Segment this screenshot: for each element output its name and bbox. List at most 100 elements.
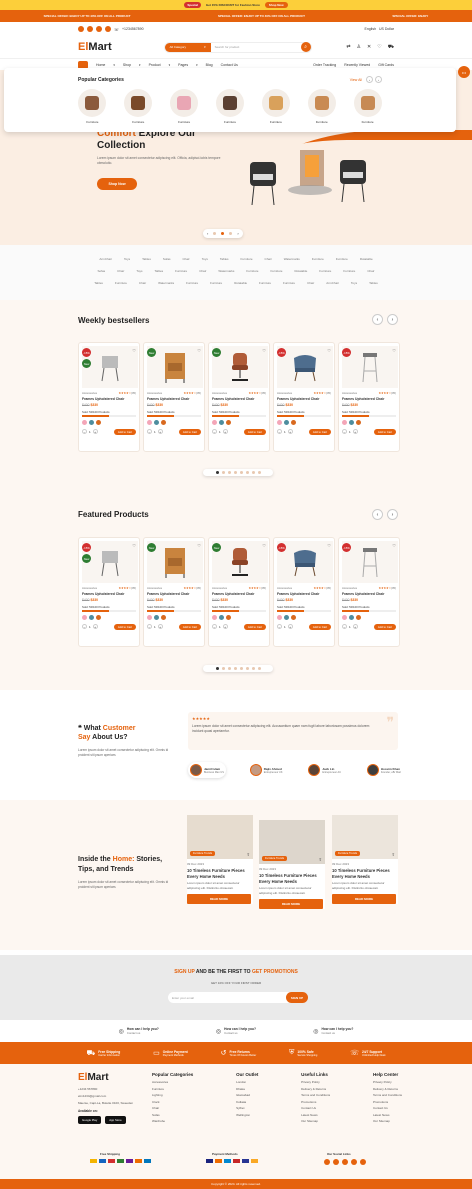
color-swatches[interactable]: [342, 419, 396, 425]
weekly-prev-icon[interactable]: ‹: [372, 314, 383, 325]
qty-value[interactable]: 1: [349, 430, 351, 434]
product-image[interactable]: -15% ♡: [342, 541, 398, 583]
view-all-link[interactable]: View All: [350, 78, 362, 82]
qty-value[interactable]: 1: [349, 625, 351, 629]
product-image[interactable]: New ♡: [212, 346, 268, 388]
qty-value[interactable]: 1: [284, 625, 286, 629]
hero-next-icon[interactable]: ›: [237, 231, 238, 236]
footer-link[interactable]: Wellington: [236, 1113, 258, 1117]
wishlist-icon[interactable]: ♡: [392, 348, 396, 353]
product-card[interactable]: -15% New ♡ Accessories ★★★★☆ (05) Frames Uphol…: [78, 342, 140, 452]
blog-card[interactable]: Furniture Trends ⇪ 09 Dec 2023 10 Timeless …: [259, 820, 325, 909]
add-to-cart-button[interactable]: Add to Cart: [113, 623, 136, 630]
blog-image[interactable]: Furniture Trends ⇪: [259, 820, 325, 864]
instagram-icon[interactable]: [96, 26, 102, 32]
qty-minus-button[interactable]: −: [342, 429, 347, 434]
qty-minus-button[interactable]: −: [277, 624, 282, 629]
wishlist-icon[interactable]: ♡: [262, 543, 266, 548]
share-icon[interactable]: ⇪: [319, 857, 322, 862]
weekly-pagination[interactable]: [203, 469, 273, 476]
qty-value[interactable]: 1: [154, 625, 156, 629]
wishlist-icon[interactable]: ♡: [392, 543, 396, 548]
gift-cards-link[interactable]: Gift Cards: [378, 63, 394, 67]
product-card[interactable]: New ♡ Accessories ★★★★☆ (05) Frames Upholster…: [208, 342, 270, 452]
qty-value[interactable]: 1: [219, 625, 221, 629]
qty-minus-button[interactable]: −: [342, 624, 347, 629]
currency-select[interactable]: US Dollar: [379, 27, 394, 31]
qty-plus-button[interactable]: +: [287, 624, 293, 629]
blog-post-title[interactable]: 10 Timeless Furniture Pieces Every Home …: [332, 868, 398, 879]
blog-post-title[interactable]: 10 Timeless Furniture Pieces Every Home …: [259, 873, 325, 884]
nav-shop[interactable]: Shop: [123, 63, 131, 67]
product-image[interactable]: New ♡: [212, 541, 268, 583]
qty-value[interactable]: 1: [284, 430, 286, 434]
product-name[interactable]: Frames Upholstered Chair: [82, 397, 136, 401]
wishlist-icon[interactable]: ♡: [327, 543, 331, 548]
testimonial-person[interactable]: Hossim Khan Founder, eBr Mart: [365, 762, 403, 778]
footer-link[interactable]: Delivery & Returns: [373, 1087, 402, 1091]
qty-minus-button[interactable]: −: [147, 624, 152, 629]
nav-blog[interactable]: Blog: [206, 63, 213, 67]
color-swatches[interactable]: [82, 614, 136, 620]
instagram-icon[interactable]: [342, 1159, 348, 1165]
qty-minus-button[interactable]: −: [147, 429, 152, 434]
nav-home[interactable]: Home: [96, 63, 105, 67]
search-input[interactable]: Search for product: [211, 45, 301, 49]
blog-post-title[interactable]: 10 Timeless Furniture Pieces Every Home …: [187, 868, 253, 879]
google-play-badge[interactable]: Google Play: [78, 1116, 102, 1124]
product-name[interactable]: Frames Upholstered Chair: [147, 397, 201, 401]
footer-link[interactable]: Islamabad: [236, 1093, 258, 1097]
category-item[interactable]: Furniture: [307, 89, 336, 124]
nav-contact[interactable]: Contact Us: [221, 63, 238, 67]
featured-pagination[interactable]: [203, 665, 273, 672]
compare-icon[interactable]: ⇄: [346, 44, 350, 51]
product-name[interactable]: Frames Upholstered Chair: [342, 592, 396, 596]
youtube-icon[interactable]: [360, 1159, 366, 1165]
popup-next-icon[interactable]: ›: [375, 76, 382, 83]
category-item[interactable]: Furniture: [124, 89, 153, 124]
facebook-icon[interactable]: [324, 1159, 330, 1165]
product-name[interactable]: Frames Upholstered Chair: [147, 592, 201, 596]
footer-link[interactable]: Delivery & Returns: [301, 1087, 330, 1091]
product-name[interactable]: Frames Upholstered Chair: [82, 592, 136, 596]
footer-link[interactable]: Lighting: [152, 1093, 193, 1097]
blog-card[interactable]: Furniture Trends ⇪ 09 Dec 2023 10 Timeless …: [332, 815, 398, 904]
footer-link[interactable]: Privacy Policy: [301, 1080, 330, 1084]
category-item[interactable]: Furniture: [170, 89, 199, 124]
qty-value[interactable]: 1: [219, 430, 221, 434]
qty-plus-button[interactable]: +: [352, 624, 358, 629]
color-swatches[interactable]: [212, 614, 266, 620]
footer-link[interactable]: Kolkata: [236, 1100, 258, 1104]
nav-pages[interactable]: Pages: [178, 63, 188, 67]
add-to-cart-button[interactable]: Add to Cart: [373, 623, 396, 630]
product-card[interactable]: -15% ♡ Accessories ★★★★☆ (05) Frames Upholste…: [338, 537, 400, 647]
product-card[interactable]: New ♡ Accessories ★★★★☆ (05) Frames Upholster…: [143, 342, 205, 452]
qty-minus-button[interactable]: −: [82, 429, 87, 434]
wishlist-icon[interactable]: ♡: [132, 543, 136, 548]
promo-shop-button[interactable]: Shop Now: [264, 2, 288, 8]
add-to-cart-button[interactable]: Add to Cart: [178, 428, 201, 435]
help-item[interactable]: ◎ How can I help you? Contact us: [216, 1027, 256, 1035]
add-to-cart-button[interactable]: Add to Cart: [113, 428, 136, 435]
footer-link[interactable]: Terms and Conditions: [301, 1093, 330, 1097]
qty-plus-button[interactable]: +: [92, 624, 98, 629]
shuffle-icon[interactable]: ✕: [367, 44, 371, 51]
product-card[interactable]: -15% ♡ Accessories ★★★★☆ (05) Frames Upholste…: [273, 537, 335, 647]
product-name[interactable]: Frames Upholstered Chair: [342, 397, 396, 401]
blog-image[interactable]: Furniture Trends ⇪: [332, 815, 398, 859]
testimonial-person[interactable]: Jack Lin Entrepreneur AU: [306, 762, 343, 778]
product-card[interactable]: New ♡ Accessories ★★★★☆ (05) Frames Upholster…: [143, 537, 205, 647]
hero-shop-button[interactable]: Shop Now: [97, 178, 137, 190]
share-icon[interactable]: ⇪: [247, 852, 250, 857]
add-to-cart-button[interactable]: Add to Cart: [243, 428, 266, 435]
weekly-next-icon[interactable]: ›: [387, 314, 398, 325]
color-swatches[interactable]: [82, 419, 136, 425]
product-card[interactable]: -15% ♡ Accessories ★★★★☆ (05) Frames Upholste…: [338, 342, 400, 452]
qty-plus-button[interactable]: +: [352, 429, 358, 434]
facebook-icon[interactable]: [78, 26, 84, 32]
footer-logo[interactable]: ElMart: [78, 1072, 148, 1083]
footer-link[interactable]: Clock: [152, 1100, 193, 1104]
category-item[interactable]: Furniture: [216, 89, 245, 124]
qty-value[interactable]: 1: [154, 430, 156, 434]
footer-link[interactable]: London: [236, 1080, 258, 1084]
